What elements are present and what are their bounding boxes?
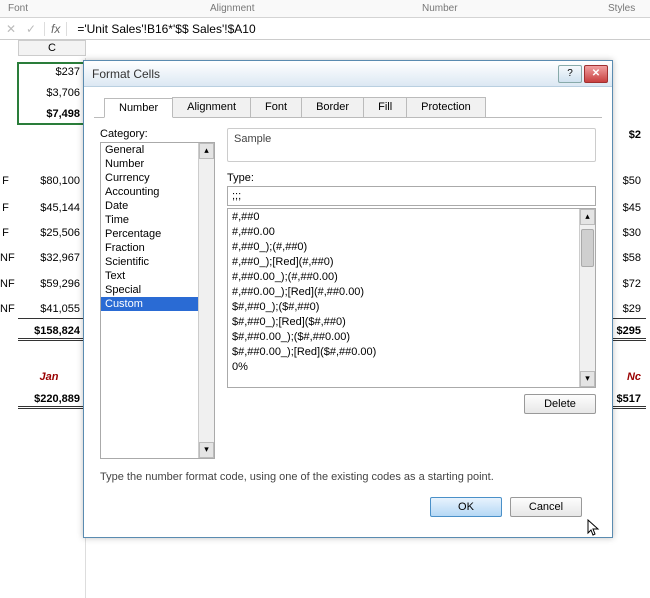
scrollbar[interactable]: ▴ ▾ [579,209,595,387]
scroll-up-icon[interactable]: ▴ [199,143,214,159]
format-listbox[interactable]: #,##0#,##0.00#,##0_);(#,##0)#,##0_);[Red… [227,208,596,388]
sample-box: Sample [227,128,596,162]
cell[interactable]: Jan [18,367,85,387]
cancel-formula-icon[interactable]: ✕ [4,22,18,36]
format-item[interactable]: #,##0 [230,210,593,225]
ribbon-alignment-label: Alignment [210,3,254,14]
tab-strip: Number Alignment Font Border Fill Protec… [94,91,602,118]
row-label: NF [0,299,16,319]
ribbon-styles-label: Styles [608,3,635,14]
scrollbar[interactable]: ▴ ▾ [198,143,214,458]
cell[interactable]: $158,824 [18,321,85,341]
category-label: Category: [100,128,215,140]
help-button[interactable]: ? [558,65,582,83]
format-item[interactable]: #,##0.00_);[Red](#,##0.00) [230,285,593,300]
category-listbox[interactable]: GeneralNumberCurrencyAccountingDateTimeP… [100,142,215,459]
row-label: F [0,198,16,218]
scroll-down-icon[interactable]: ▾ [199,442,214,458]
dialog-titlebar[interactable]: Format Cells ? ✕ [84,61,612,87]
dialog-title: Format Cells [92,67,556,81]
cell[interactable]: $237 [18,62,85,82]
scroll-down-icon[interactable]: ▾ [580,371,595,387]
tab-alignment[interactable]: Alignment [172,97,251,117]
cell[interactable]: $45,144 [18,198,85,218]
cell[interactable]: $59,296 [18,274,85,294]
format-item[interactable]: $#,##0.00_);[Red]($#,##0.00) [230,345,593,360]
format-item[interactable]: $#,##0_);[Red]($#,##0) [230,315,593,330]
delete-button[interactable]: Delete [524,394,596,414]
ribbon-group-labels: Font Alignment Number Styles [0,0,650,18]
format-item[interactable]: #,##0.00_);(#,##0.00) [230,270,593,285]
close-button[interactable]: ✕ [584,65,608,83]
type-input[interactable] [227,186,596,206]
scroll-up-icon[interactable]: ▴ [580,209,595,225]
ribbon-font-label: Font [8,3,28,14]
dialog-footer: OK Cancel [100,489,596,527]
tab-font[interactable]: Font [250,97,302,117]
ribbon-number-label: Number [422,3,458,14]
cell[interactable]: $32,967 [18,248,85,268]
row-label: F [0,171,16,191]
format-item[interactable]: #,##0.00 [230,225,593,240]
hint-text: Type the number format code, using one o… [100,471,596,483]
row-label: NF [0,248,16,268]
cancel-button[interactable]: Cancel [510,497,582,517]
cell[interactable]: $220,889 [18,389,85,409]
tab-border[interactable]: Border [301,97,364,117]
sample-label: Sample [234,133,271,145]
tab-number[interactable]: Number [104,98,173,118]
format-item[interactable]: $#,##0.00_);($#,##0.00) [230,330,593,345]
type-label: Type: [227,172,596,184]
scroll-thumb[interactable] [581,229,594,267]
format-item[interactable]: #,##0_);[Red](#,##0) [230,255,593,270]
number-panel: Category: GeneralNumberCurrencyAccountin… [84,118,612,537]
row-label: F [0,223,16,243]
fx-icon[interactable]: fx [51,22,60,36]
cell[interactable]: $80,100 [18,171,85,191]
column-header-c[interactable]: C [18,40,86,56]
format-item[interactable]: #,##0_);(#,##0) [230,240,593,255]
formula-input[interactable]: ='Unit Sales'!B16*'$$ Sales'!$A10 [73,22,646,36]
cell[interactable]: $3,706 [18,83,85,103]
format-item[interactable]: $#,##0_);($#,##0) [230,300,593,315]
ok-button[interactable]: OK [430,497,502,517]
accept-formula-icon[interactable]: ✓ [24,22,38,36]
tab-fill[interactable]: Fill [363,97,407,117]
cell[interactable]: $25,506 [18,223,85,243]
tab-protection[interactable]: Protection [406,97,486,117]
row-label: NF [0,274,16,294]
cell[interactable]: $41,055 [18,299,85,319]
format-item[interactable]: 0% [230,360,593,375]
cell[interactable]: $7,498 [18,104,85,124]
formula-bar: ✕ ✓ fx ='Unit Sales'!B16*'$$ Sales'!$A10 [0,18,650,40]
format-cells-dialog: Format Cells ? ✕ Number Alignment Font B… [83,60,613,538]
